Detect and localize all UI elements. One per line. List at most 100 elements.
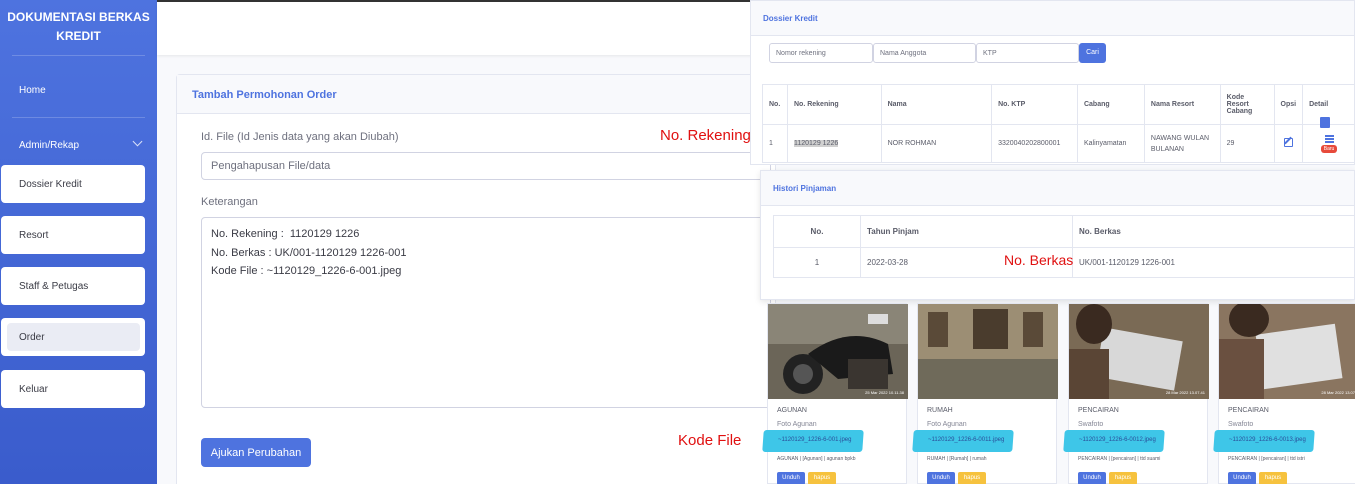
search-ktp-input[interactable]: KTP: [976, 43, 1079, 63]
idfile-label: Id. File (Id Jenis data yang akan Diubah…: [201, 131, 399, 143]
cell-no: 1: [762, 124, 788, 163]
cell-cabang: Kalinyamatan: [1076, 124, 1145, 163]
photo-pencairan-2[interactable]: 28 Mar 2022 13.07: [1219, 304, 1355, 399]
status-badge: Baru: [1320, 144, 1338, 153]
photo-card: 25 Mar 2022 10.11.38 AGUNAN Foto Agunan …: [762, 303, 908, 484]
col-header: Nama Resort: [1143, 84, 1221, 125]
panel-header: Histori Pinjaman: [761, 171, 1354, 206]
idfile-input[interactable]: Pengahapusan File/data: [201, 152, 771, 180]
photo-filename: ~1120129_1226-6-0012.jpeg: [1079, 437, 1156, 443]
sidebar-item-label: Staff & Petugas: [19, 281, 89, 292]
col-header: Nama: [880, 84, 993, 125]
col-header: No. Rekening: [786, 84, 882, 125]
cell-kode: 29: [1219, 124, 1275, 163]
search-nama-input[interactable]: Nama Anggota: [873, 43, 976, 63]
sidebar-item-resort[interactable]: Resort: [1, 216, 145, 254]
keterangan-textarea[interactable]: No. Rekening : 1120129 1226 No. Berkas :…: [201, 217, 771, 408]
table-header-row: No. No. Rekening Nama No. KTP Cabang Nam…: [762, 84, 1355, 125]
chevron-down-icon[interactable]: [132, 136, 143, 147]
submit-button[interactable]: Ajukan Perubahan: [201, 438, 311, 467]
photo-pencairan[interactable]: 28 Mar 2022 13.07.41: [1069, 304, 1209, 399]
photo-category: RUMAH: [927, 407, 953, 414]
photo-tags: PENCAIRAN | [pencairan] | ttd suami: [1078, 456, 1161, 462]
delete-button[interactable]: hapus: [1109, 472, 1137, 484]
photo-tags: RUMAH | [Rumah] | rumah: [927, 456, 987, 462]
cell-rekening: 1120129 1226: [786, 124, 882, 163]
list-icon[interactable]: [1324, 134, 1334, 143]
sidebar-item-label: Keluar: [19, 384, 48, 395]
photo-category: PENCAIRAN: [1228, 407, 1269, 414]
search-rekening-input[interactable]: Nomor rekening: [769, 43, 873, 63]
textarea-line: No. Rekening : 1120129 1226: [211, 228, 360, 240]
photo-stamp: 28 Mar 2022 13.07: [1321, 390, 1355, 395]
photo-subtitle: Foto Agunan: [777, 421, 817, 428]
sidebar: DOKUMENTASI BERKAS KREDIT Home Admin/Rek…: [0, 0, 157, 484]
histori-table: No. Tahun Pinjam No. Berkas 1 2022-03-28…: [773, 215, 1355, 278]
annotation-rekening: No. Rekening: [660, 127, 751, 144]
photo-stamp: 25 Mar 2022 10.11.38: [865, 390, 904, 395]
topbar: [157, 0, 757, 55]
textarea-line: No. Berkas : UK/001-1120129 1226-001: [211, 246, 407, 259]
cell-resort: NAWANG WULAN BULANAN: [1143, 124, 1221, 163]
sidebar-divider: [12, 55, 145, 56]
col-header: Opsi: [1273, 84, 1304, 125]
col-header: No. Berkas: [1072, 215, 1355, 248]
photo-stamp: 28 Mar 2022 13.07.41: [1165, 390, 1205, 395]
photo-filename: ~1120129_1226-6-0013.jpeg: [1229, 437, 1306, 443]
photo-category: AGUNAN: [777, 407, 807, 414]
photo-category: PENCAIRAN: [1078, 407, 1119, 414]
download-button[interactable]: Unduh: [1228, 472, 1256, 484]
histori-panel: Histori Pinjaman No. Tahun Pinjam No. Be…: [760, 170, 1355, 300]
photo-filename: ~1120129_1226-6-001.jpeg: [778, 437, 852, 443]
photo-card: 28 Mar 2022 13.07 PENCAIRAN Swafoto ~112…: [1213, 303, 1355, 484]
photo-agunan[interactable]: 25 Mar 2022 10.11.38: [768, 304, 908, 399]
photo-subtitle: Swafoto: [1078, 421, 1104, 428]
cell-detail: Baru: [1302, 124, 1355, 163]
col-header: No. KTP: [991, 84, 1078, 125]
download-button[interactable]: Unduh: [777, 472, 805, 484]
photo-card: RUMAH Foto Agunan ~1120129_1226-6-0011.j…: [912, 303, 1058, 484]
brand: DOKUMENTASI BERKAS KREDIT: [0, 8, 157, 46]
panel-header: Dossier Kredit: [751, 1, 1354, 36]
cell-ktp: 3320040202800001: [991, 124, 1078, 163]
sidebar-item-home[interactable]: Home: [19, 85, 46, 96]
card-title: Tambah Permohonan Order: [192, 89, 337, 101]
document-icon[interactable]: [1320, 117, 1330, 128]
delete-button[interactable]: hapus: [1259, 472, 1287, 484]
col-header: Tahun Pinjam: [860, 215, 1073, 248]
sidebar-item-label: Dossier Kredit: [19, 179, 82, 190]
textarea-line: Kode File : ~1120129_1226-6-001.jpeg: [211, 265, 402, 277]
sidebar-item-admin[interactable]: Admin/Rekap: [19, 140, 79, 151]
sidebar-item-keluar[interactable]: Keluar: [1, 370, 145, 408]
sidebar-item-order[interactable]: Order: [1, 318, 145, 356]
dossier-table: No. No. Rekening Nama No. KTP Cabang Nam…: [762, 84, 1355, 163]
brand-line-1: DOKUMENTASI BERKAS: [7, 10, 150, 24]
card-header: Tambah Permohonan Order: [177, 75, 775, 114]
search-button[interactable]: Cari: [1079, 43, 1106, 63]
delete-button[interactable]: hapus: [808, 472, 836, 484]
table-row: 1 1120129 1226 NOR ROHMAN 33200402028000…: [762, 124, 1355, 163]
rekening-highlight: 1120129 1226: [793, 140, 839, 147]
photo-subtitle: Foto Agunan: [927, 421, 967, 428]
download-button[interactable]: Unduh: [1078, 472, 1106, 484]
panel-title: Histori Pinjaman: [773, 184, 837, 193]
cell-berkas: UK/001-1120129 1226-001: [1072, 247, 1355, 278]
sidebar-item-staff[interactable]: Staff & Petugas: [1, 267, 145, 305]
sidebar-item-label: Order: [19, 332, 45, 343]
panel-title: Dossier Kredit: [763, 14, 818, 23]
sidebar-item-dossier-kredit[interactable]: Dossier Kredit: [1, 165, 145, 203]
edit-icon[interactable]: [1283, 138, 1293, 147]
download-button[interactable]: Unduh: [927, 472, 955, 484]
cell-nama: NOR ROHMAN: [880, 124, 993, 163]
dossier-panel: Dossier Kredit Nomor rekening Nama Anggo…: [750, 0, 1355, 165]
col-header: No.: [773, 215, 861, 248]
brand-line-2: KREDIT: [56, 29, 101, 43]
photo-filename: ~1120129_1226-6-0011.jpeg: [928, 437, 1005, 443]
table-header-row: No. Tahun Pinjam No. Berkas: [773, 215, 1355, 248]
sidebar-divider: [12, 117, 145, 118]
col-header: No.: [762, 84, 788, 125]
cell-opsi: [1273, 124, 1304, 163]
annotation-kodefile: Kode File: [678, 432, 742, 449]
photo-rumah[interactable]: [918, 304, 1058, 399]
delete-button[interactable]: hapus: [958, 472, 986, 484]
